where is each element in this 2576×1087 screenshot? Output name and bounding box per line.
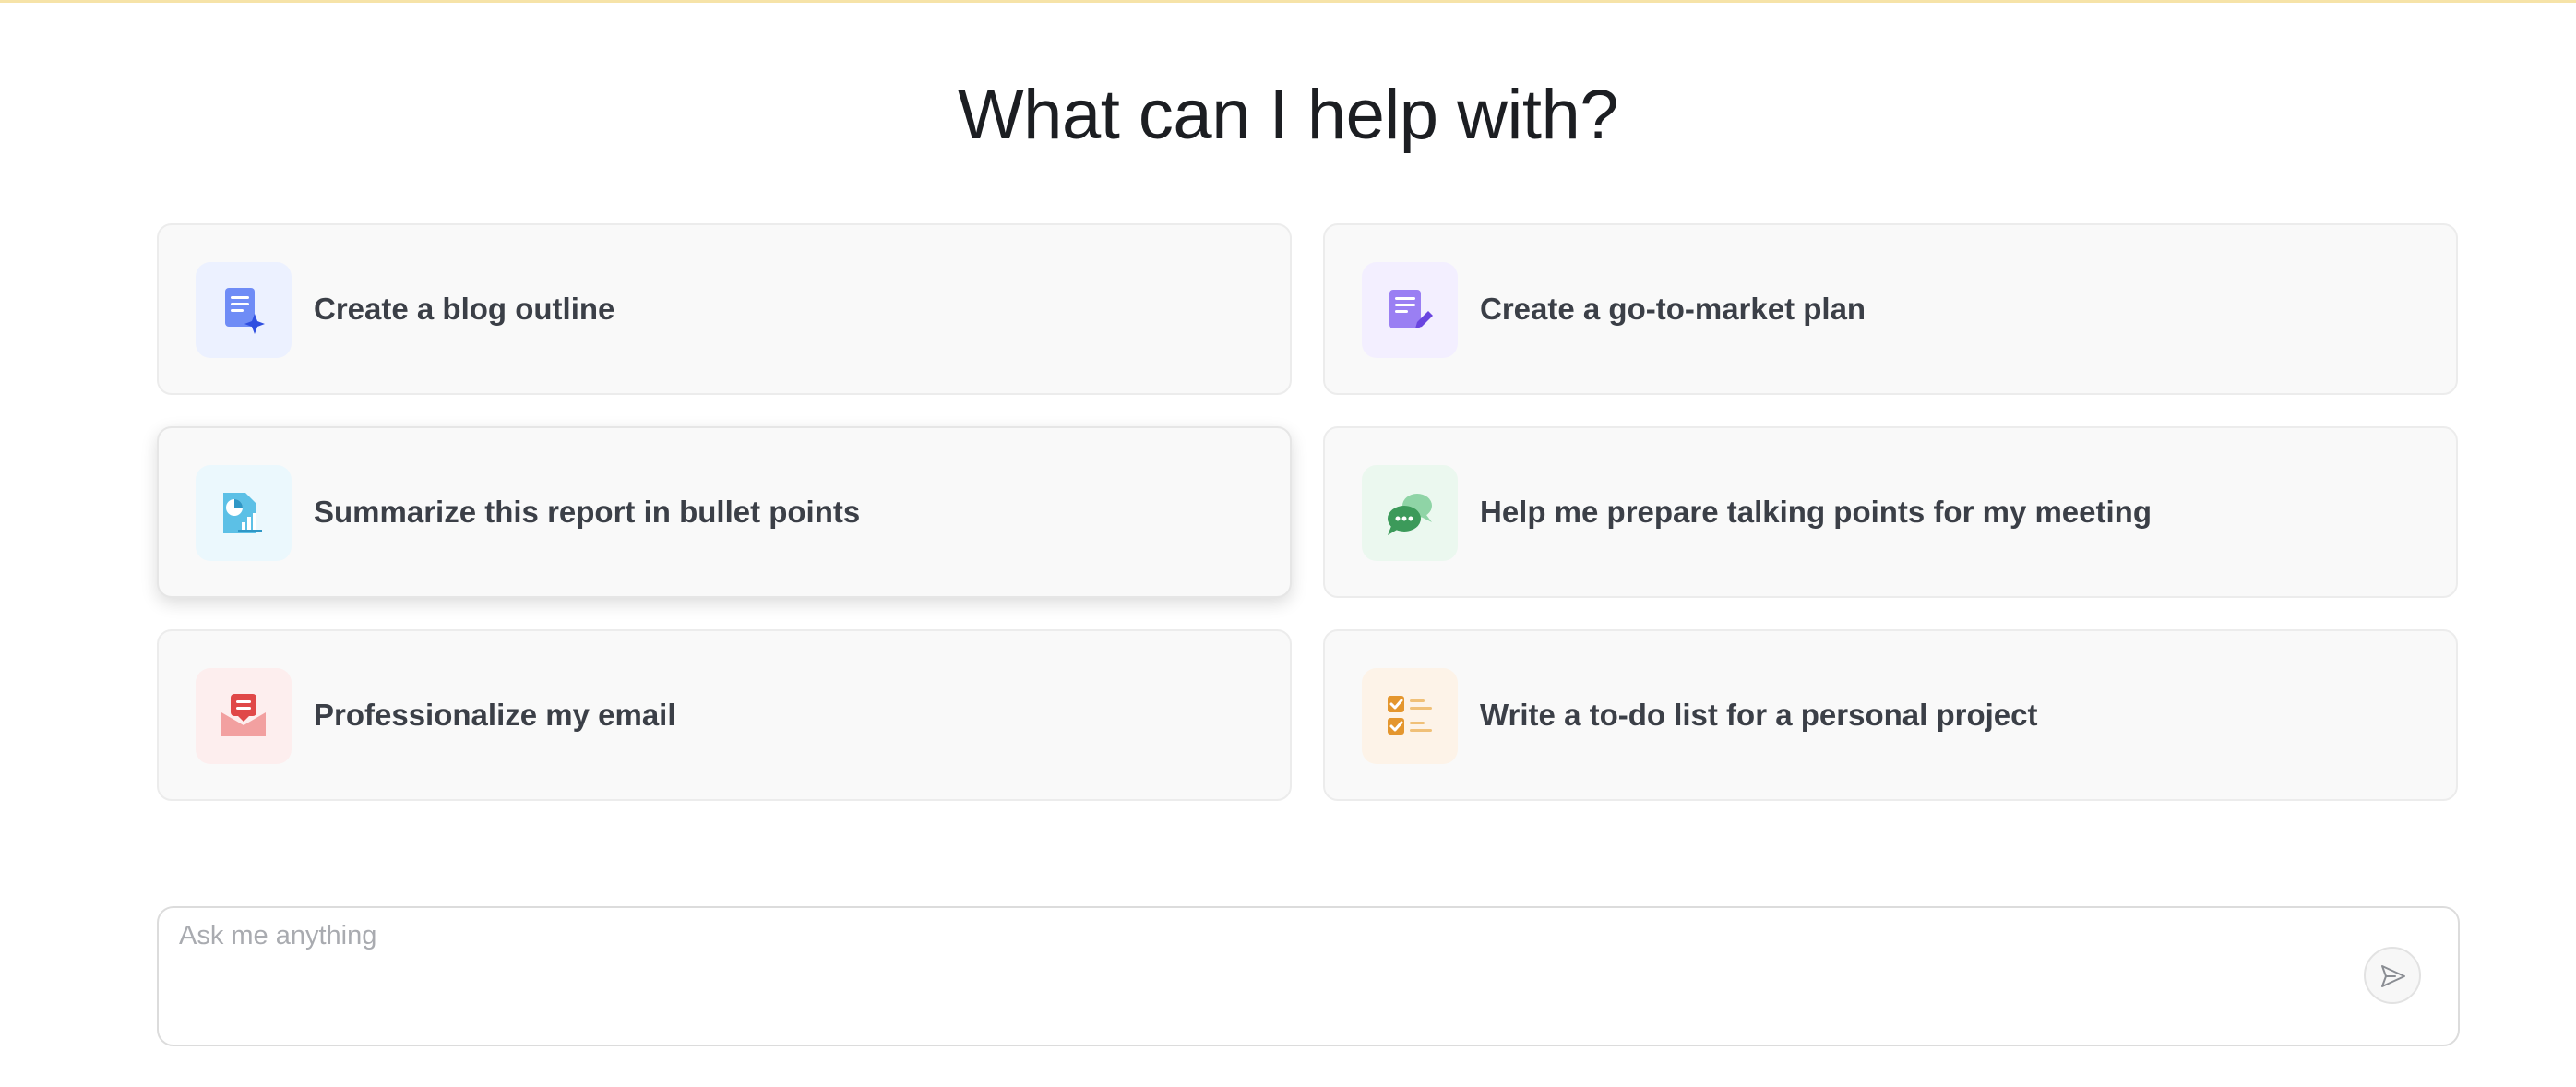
top-accent-line <box>0 0 2576 3</box>
email-envelope-icon <box>196 668 292 764</box>
suggestion-card-go-to-market[interactable]: Create a go-to-market plan <box>1323 223 2458 395</box>
prompt-input[interactable] <box>179 921 2301 1032</box>
checklist-icon <box>1362 668 1458 764</box>
suggestion-label: Create a blog outline <box>314 292 615 326</box>
suggestion-card-talking-points[interactable]: Help me prepare talking points for my me… <box>1323 426 2458 598</box>
suggestion-card-summarize-report[interactable]: Summarize this report in bullet points <box>157 426 1292 598</box>
chat-bubbles-icon <box>1362 465 1458 561</box>
suggestion-card-blog-outline[interactable]: Create a blog outline <box>157 223 1292 395</box>
report-chart-icon <box>196 465 292 561</box>
plan-document-icon <box>1362 262 1458 358</box>
blog-outline-icon <box>196 262 292 358</box>
prompt-box <box>157 906 2460 1046</box>
suggestion-label: Summarize this report in bullet points <box>314 495 861 529</box>
suggestion-card-professionalize-email[interactable]: Professionalize my email <box>157 629 1292 801</box>
suggestion-label: Write a to-do list for a personal projec… <box>1480 698 2038 732</box>
send-button[interactable] <box>2364 947 2421 1004</box>
suggestion-label: Professionalize my email <box>314 698 676 732</box>
page-title: What can I help with? <box>957 76 1619 154</box>
suggestion-card-todo-list[interactable]: Write a to-do list for a personal projec… <box>1323 629 2458 801</box>
suggestion-label: Help me prepare talking points for my me… <box>1480 495 2152 529</box>
send-icon <box>2381 965 2405 987</box>
suggestion-label: Create a go-to-market plan <box>1480 292 1866 326</box>
